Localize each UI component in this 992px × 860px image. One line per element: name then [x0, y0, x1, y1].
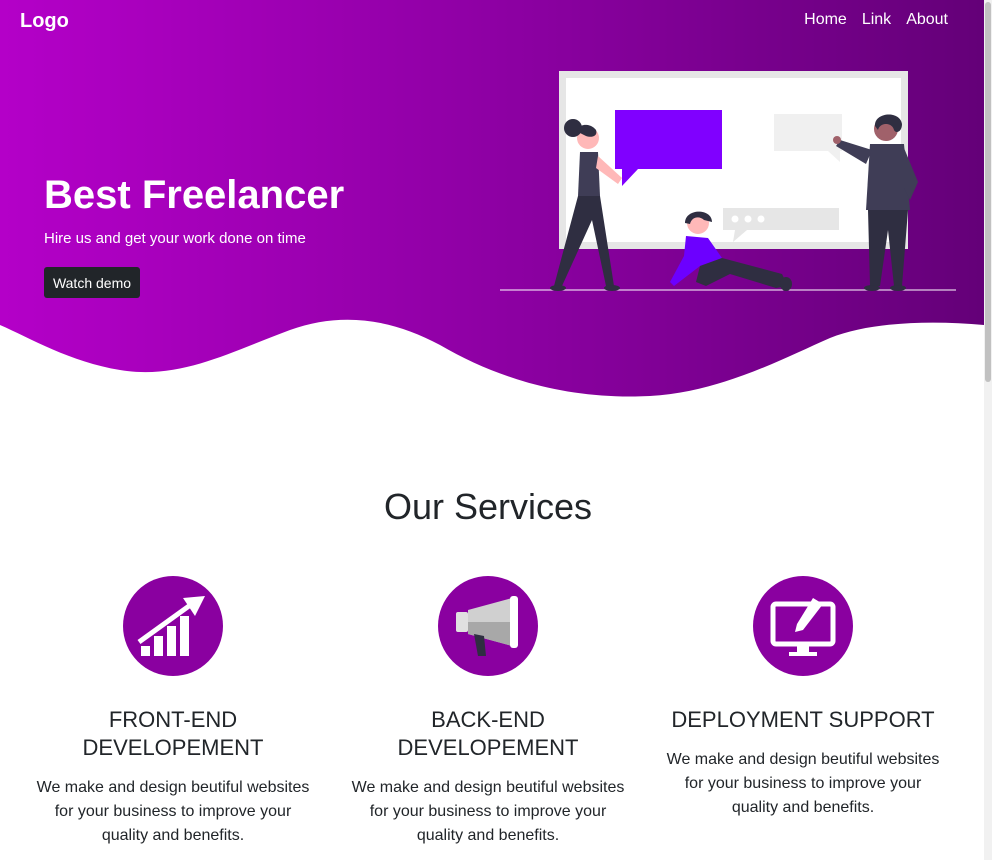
- growth-chart-icon: [123, 576, 223, 676]
- logo[interactable]: Logo: [20, 10, 69, 33]
- services-title: Our Services: [383, 486, 593, 527]
- nav-link-home[interactable]: Home: [804, 11, 847, 29]
- service-description: We make and design beutiful websites for…: [666, 751, 940, 816]
- team-presentation-illustration: [500, 71, 956, 291]
- service-card-frontend: FRONT-END DEVELOPEMENT We make and desig…: [23, 576, 323, 848]
- monitor-pen-icon: [753, 576, 853, 676]
- hero-title: Best Freelancer: [44, 173, 345, 217]
- service-title: BACK-END DEVELOPEMENT: [397, 707, 579, 760]
- navbar: Logo Home Link About: [0, 0, 984, 42]
- hero-subtitle: Hire us and get your work done on time: [44, 230, 306, 247]
- nav-links: Home Link About: [804, 11, 948, 29]
- page-scrollbar[interactable]: [984, 0, 992, 860]
- service-description: We make and design beutiful websites for…: [36, 779, 310, 844]
- service-card-backend: BACK-END DEVELOPEMENT We make and design…: [338, 576, 638, 848]
- scrollbar-thumb[interactable]: [985, 2, 991, 382]
- service-description: We make and design beutiful websites for…: [351, 779, 625, 844]
- nav-link-about[interactable]: About: [906, 11, 948, 29]
- service-title: DEPLOYMENT SUPPORT: [671, 707, 935, 732]
- nav-link-link[interactable]: Link: [862, 11, 891, 29]
- hero-section: Logo Home Link About Best Freelancer Hir…: [0, 0, 984, 400]
- megaphone-icon: [438, 576, 538, 676]
- service-card-deployment: DEPLOYMENT SUPPORT We make and design be…: [653, 576, 953, 820]
- watch-demo-button[interactable]: Watch demo: [44, 267, 140, 298]
- service-title: FRONT-END DEVELOPEMENT: [82, 707, 264, 760]
